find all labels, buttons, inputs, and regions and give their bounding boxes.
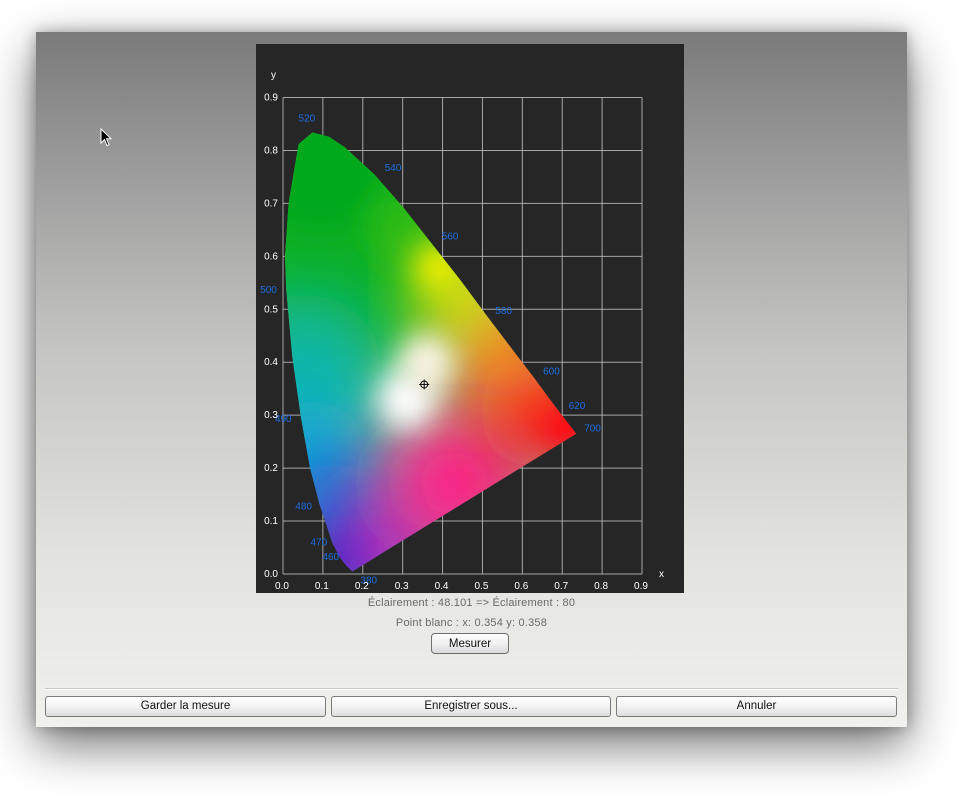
x-tick-label: 0.5: [474, 581, 488, 592]
y-tick-label: 0.8: [264, 145, 278, 156]
x-tick-label: 0.2: [355, 581, 369, 592]
wavelength-label: 540: [385, 163, 402, 174]
wavelength-label: 620: [569, 401, 586, 412]
measure-button[interactable]: Mesurer: [431, 633, 509, 654]
wavelength-label: 480: [295, 502, 312, 513]
gamut-fill: [285, 132, 577, 572]
wavelength-label: 460: [322, 552, 339, 563]
x-tick-label: 0.4: [435, 581, 449, 592]
wavelength-label: 700: [584, 424, 601, 435]
wavelength-label: 560: [442, 232, 459, 243]
y-tick-label: 0.4: [264, 357, 278, 368]
cie-chromaticity-chart: 380 460 470 480 490 500 520 540 560 580 600 620 700 0…: [256, 44, 684, 593]
x-tick-label: 0.6: [514, 581, 528, 592]
save-as-button[interactable]: Enregistrer sous...: [331, 696, 611, 717]
white-point-readout: Point blanc : x: 0.354 y: 0.358: [395, 617, 548, 629]
x-tick-label: 0.9: [634, 581, 648, 592]
y-tick-label: 0.9: [264, 93, 278, 104]
separator: [45, 688, 898, 690]
x-tick-label: 0.7: [554, 581, 568, 592]
y-axis-label: y: [271, 70, 276, 81]
wavelength-label: 470: [310, 537, 327, 548]
x-tick-label: 0.0: [275, 581, 289, 592]
y-tick-label: 0.7: [264, 198, 278, 209]
cancel-button[interactable]: Annuler: [616, 696, 897, 717]
wavelength-label: 600: [543, 367, 560, 378]
x-tick-label: 0.3: [395, 581, 409, 592]
mouse-cursor-icon: [100, 128, 113, 147]
wavelength-label: 580: [495, 306, 512, 317]
x-tick-label: 0.8: [594, 581, 608, 592]
x-axis-label: x: [659, 569, 664, 580]
illuminance-readout: Éclairement : 48.101 => Éclairement : 80: [367, 597, 576, 609]
wavelength-label: 520: [299, 113, 316, 124]
y-tick-label: 0.1: [264, 516, 278, 527]
y-tick-label: 0.2: [264, 463, 278, 474]
y-tick-label: 0.0: [264, 569, 278, 580]
wavelength-label: 500: [260, 285, 277, 296]
keep-measurement-button[interactable]: Garder la mesure: [45, 696, 326, 717]
x-tick-label: 0.1: [315, 581, 329, 592]
measurement-dialog: 380 460 470 480 490 500 520 540 560 580 600 620 700 0…: [36, 32, 907, 727]
y-tick-label: 0.5: [264, 304, 278, 315]
y-tick-label: 0.3: [264, 410, 278, 421]
y-tick-label: 0.6: [264, 251, 278, 262]
chart-svg: 3804604704804905005205405605806006207000…: [260, 70, 664, 592]
